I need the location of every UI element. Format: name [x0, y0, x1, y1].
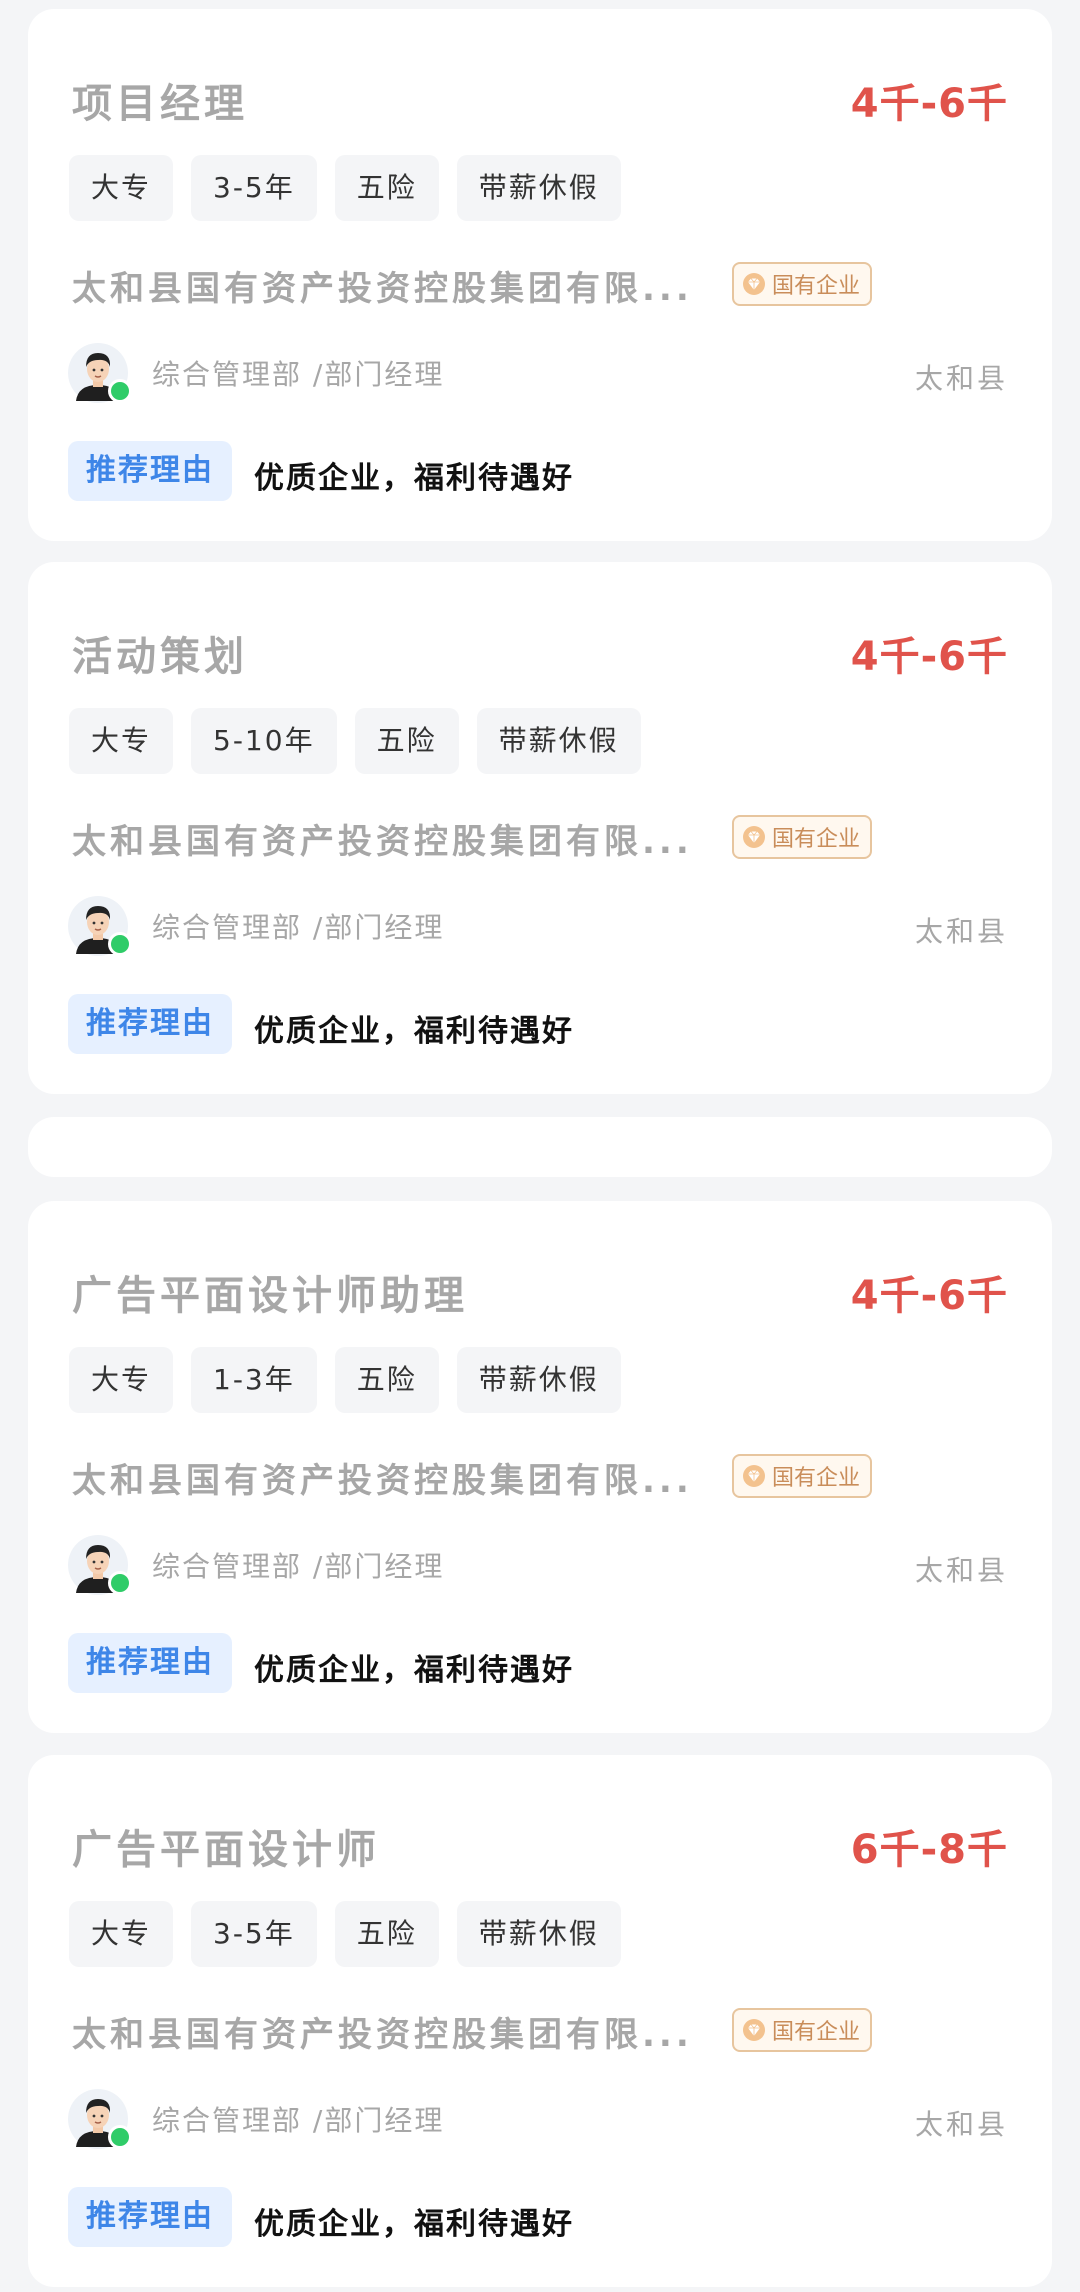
state-owned-badge: 国有企业 — [732, 815, 873, 859]
job-tag: 带薪休假 — [456, 1901, 621, 1967]
job-tag: 大专 — [69, 708, 174, 774]
job-tag: 3-5年 — [191, 1901, 317, 1967]
recommend-reason-text: 优质企业，福利待遇好 — [254, 1653, 574, 1688]
company-name: 太和县国有资产投资控股集团有限... — [72, 269, 693, 309]
online-status-dot — [108, 379, 132, 403]
avatar — [68, 343, 132, 403]
job-tag: 3-5年 — [191, 155, 317, 221]
state-owned-badge: 国有企业 — [732, 262, 873, 306]
job-card[interactable]: 项目经理 4千-6千 大专 3-5年 五险 带薪休假 太和县国有资产投资控股集团有限... … — [28, 9, 1052, 541]
salary-range: 4千-6千 — [850, 81, 1008, 127]
diamond-icon — [743, 826, 765, 848]
state-owned-badge: 国有企业 — [732, 2008, 873, 2052]
job-tag: 大专 — [69, 1901, 174, 1967]
job-tag: 大专 — [69, 155, 174, 221]
recruiter-info: 综合管理部 /部门经理 — [68, 2089, 444, 2149]
job-tag: 五险 — [334, 155, 439, 221]
recruiter-title: 综合管理部 /部门经理 — [152, 358, 445, 391]
recruiter-title: 综合管理部 /部门经理 — [152, 911, 445, 944]
job-location: 太和县 — [914, 2108, 1008, 2141]
recruiter-info: 综合管理部 /部门经理 — [68, 1535, 444, 1595]
company-name: 太和县国有资产投资控股集团有限... — [72, 1461, 693, 1501]
recommend-reason-text: 优质企业，福利待遇好 — [254, 461, 574, 496]
job-tag: 5-10年 — [191, 708, 337, 774]
diamond-icon — [743, 273, 765, 295]
badge-label: 国有企业 — [772, 274, 861, 299]
job-location: 太和县 — [914, 915, 1008, 948]
avatar — [68, 1535, 132, 1595]
job-tag: 带薪休假 — [456, 1347, 621, 1413]
job-tag: 带薪休假 — [456, 155, 621, 221]
job-title: 项目经理 — [72, 81, 248, 127]
recommend-reason-text: 优质企业，福利待遇好 — [254, 1014, 574, 1049]
job-tag: 1-3年 — [191, 1347, 317, 1413]
recruiter-title: 综合管理部 /部门经理 — [152, 2104, 445, 2137]
salary-range: 4千-6千 — [850, 1273, 1008, 1319]
job-tag: 大专 — [69, 1347, 174, 1413]
avatar — [68, 896, 132, 956]
job-title: 广告平面设计师 — [72, 1827, 380, 1873]
job-card[interactable]: 活动策划 4千-6千大专 5-10年 五险 带薪休假太和县国有资产投资控股集团有限...… — [28, 562, 1052, 1094]
job-location: 太和县 — [914, 1554, 1008, 1587]
job-tags: 大专 1-3年 五险 带薪休假 — [69, 1347, 621, 1413]
job-tag: 带薪休假 — [476, 708, 641, 774]
job-tag: 五险 — [334, 1901, 439, 1967]
job-list: 项目经理 4千-6千 大专 3-5年 五险 带薪休假 太和县国有资产投资控股集团有限... … — [0, 0, 1080, 2292]
online-status-dot — [108, 2125, 132, 2149]
company-name: 太和县国有资产投资控股集团有限... — [72, 2015, 693, 2055]
recommend-reason-text: 优质企业，福利待遇好 — [254, 2207, 574, 2242]
recruiter-title: 综合管理部 /部门经理 — [152, 1550, 445, 1583]
online-status-dot — [108, 1571, 132, 1595]
job-location: 太和县 — [914, 362, 1008, 395]
job-card[interactable]: 广告平面设计师助理 4千-6千大专 1-3年 五险 带薪休假太和县国有资产投资控股集团有… — [28, 1201, 1052, 1733]
salary-range: 6千-8千 — [850, 1827, 1008, 1873]
badge-label: 国有企业 — [772, 827, 861, 852]
company-name: 太和县国有资产投资控股集团有限... — [72, 822, 693, 862]
job-tags: 大专 5-10年 五险 带薪休假 — [69, 708, 641, 774]
job-card[interactable]: 广告平面设计师 6千-8千大专 3-5年 五险 带薪休假太和县国有资产投资控股集团有限.… — [28, 1755, 1052, 2287]
avatar — [68, 2089, 132, 2149]
recommend-reason-label: 推荐理由 — [68, 2187, 232, 2247]
recommend-reason-label: 推荐理由 — [68, 994, 232, 1054]
badge-label: 国有企业 — [772, 2020, 861, 2045]
badge-label: 国有企业 — [772, 1466, 861, 1491]
empty-card — [28, 1117, 1052, 1177]
recruiter-info: 综合管理部 /部门经理 — [68, 896, 444, 956]
recommend-reason-label: 推荐理由 — [68, 441, 232, 501]
job-tags: 大专 3-5年 五险 带薪休假 — [69, 155, 621, 221]
job-tag: 五险 — [354, 708, 459, 774]
state-owned-badge: 国有企业 — [732, 1454, 873, 1498]
job-title: 广告平面设计师助理 — [72, 1273, 468, 1319]
recruiter-info: 综合管理部 /部门经理 — [68, 343, 444, 403]
job-tag: 五险 — [334, 1347, 439, 1413]
job-title: 活动策划 — [72, 634, 248, 680]
job-tags: 大专 3-5年 五险 带薪休假 — [69, 1901, 621, 1967]
diamond-icon — [743, 1465, 765, 1487]
recommend-reason-label: 推荐理由 — [68, 1633, 232, 1693]
diamond-icon — [743, 2019, 765, 2041]
online-status-dot — [108, 932, 132, 956]
salary-range: 4千-6千 — [850, 634, 1008, 680]
